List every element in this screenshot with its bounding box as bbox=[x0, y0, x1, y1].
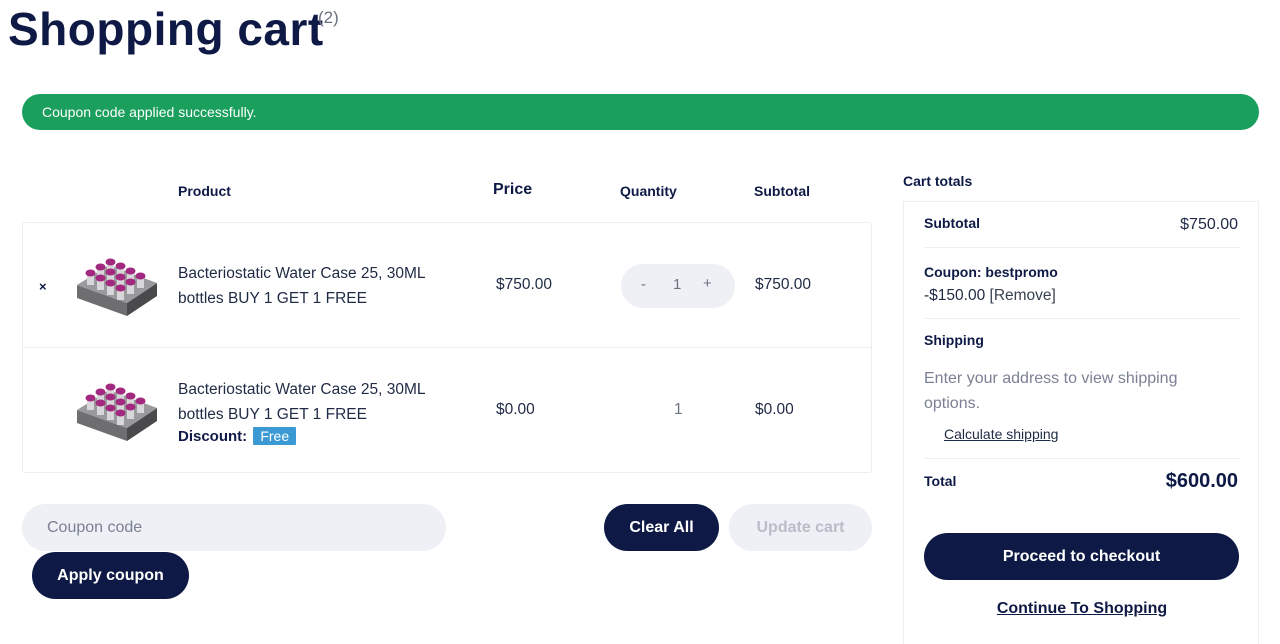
product-name-link[interactable]: Bacteriostatic Water Case 25, 30ML bottl… bbox=[178, 261, 468, 311]
increase-quantity-button[interactable]: + bbox=[703, 275, 712, 292]
continue-shopping-link[interactable]: Continue To Shopping bbox=[904, 600, 1260, 618]
cart-table: × Bacteriostatic Water Case 25, 30ML bot… bbox=[22, 222, 872, 473]
total-value: $600.00 bbox=[1165, 470, 1238, 492]
quantity-value: 1 bbox=[674, 401, 683, 418]
separator bbox=[924, 458, 1240, 459]
quantity-stepper[interactable]: - 1 + bbox=[621, 264, 735, 308]
separator bbox=[924, 318, 1240, 319]
update-cart-button[interactable]: Update cart bbox=[729, 504, 872, 551]
cart-totals-title: Cart totals bbox=[903, 173, 973, 189]
subtotal-label: Subtotal bbox=[924, 215, 980, 231]
product-subtotal: $0.00 bbox=[755, 401, 794, 418]
decrease-quantity-button[interactable]: - bbox=[641, 276, 646, 293]
product-name-link[interactable]: Bacteriostatic Water Case 25, 30ML bottl… bbox=[178, 377, 468, 427]
proceed-to-checkout-button[interactable]: Proceed to checkout bbox=[924, 533, 1239, 580]
quantity-value[interactable]: 1 bbox=[673, 276, 681, 293]
discount-line: Discount: Free bbox=[178, 427, 297, 445]
column-header-subtotal: Subtotal bbox=[754, 183, 810, 199]
clear-all-button[interactable]: Clear All bbox=[604, 504, 719, 551]
discount-label: Discount: bbox=[178, 428, 248, 445]
apply-coupon-button[interactable]: Apply coupon bbox=[32, 552, 189, 599]
shipping-note: Enter your address to view shipping opti… bbox=[924, 370, 1178, 412]
vial-tray-icon[interactable] bbox=[75, 253, 159, 319]
column-header-price: Price bbox=[493, 181, 533, 198]
shipping-label: Shipping bbox=[924, 332, 984, 348]
coupon-code-input[interactable] bbox=[22, 504, 446, 551]
subtotal-value: $750.00 bbox=[1180, 216, 1238, 233]
notice-message: Coupon code applied successfully. bbox=[42, 104, 257, 120]
separator bbox=[924, 247, 1240, 248]
vial-tray-icon[interactable] bbox=[75, 378, 159, 444]
coupon-amount: -$150.00 [Remove] bbox=[924, 287, 1056, 305]
row-divider bbox=[23, 347, 871, 348]
total-label: Total bbox=[924, 473, 957, 489]
coupon-discount-value: -$150.00 bbox=[924, 287, 986, 304]
remove-coupon-link[interactable]: [Remove] bbox=[990, 287, 1056, 304]
cart-count: (2) bbox=[318, 8, 339, 27]
page-title: Shopping cart bbox=[8, 3, 324, 55]
cart-totals-panel: Subtotal $750.00 Coupon: bestpromo -$150… bbox=[903, 201, 1259, 644]
column-header-product: Product bbox=[178, 183, 231, 199]
remove-item-button[interactable]: × bbox=[39, 279, 47, 294]
product-price: $0.00 bbox=[496, 401, 535, 418]
column-header-quantity: Quantity bbox=[620, 183, 677, 199]
product-subtotal: $750.00 bbox=[755, 276, 812, 293]
free-badge: Free bbox=[253, 427, 297, 445]
product-price: $750.00 bbox=[496, 276, 553, 293]
success-notice: Coupon code applied successfully. bbox=[22, 94, 1259, 130]
calculate-shipping-link[interactable]: Calculate shipping bbox=[944, 426, 1058, 442]
coupon-label: Coupon: bestpromo bbox=[924, 264, 1058, 280]
